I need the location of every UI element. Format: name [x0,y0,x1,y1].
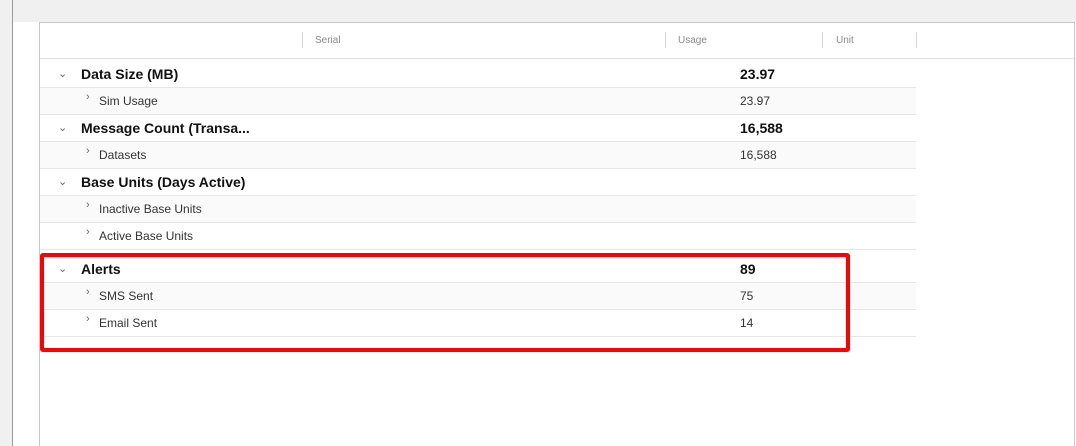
grid-header: Serial Usage Unit [40,23,1074,59]
child-label: Inactive Base Units [99,202,202,216]
group-usage: 89 [740,261,756,277]
child-row-sms-sent[interactable]: › SMS Sent 75 [40,283,916,310]
header-separator[interactable] [916,32,917,48]
child-usage: 14 [740,316,754,330]
report-panel: Serial Usage Unit ⌄ Data Size (MB) 23.97… [12,0,1076,446]
group-row-data-size[interactable]: ⌄ Data Size (MB) 23.97 [40,61,916,88]
group-label: Data Size (MB) [81,66,179,82]
chevron-down-icon[interactable]: ⌄ [58,262,67,275]
child-usage: 16,588 [740,148,777,162]
child-label: Email Sent [99,316,158,330]
chevron-down-icon[interactable]: ⌄ [58,175,67,188]
header-separator[interactable] [665,32,666,48]
child-usage: 75 [740,289,754,303]
usage-tree-grid: Serial Usage Unit ⌄ Data Size (MB) 23.97… [39,22,1075,446]
header-separator[interactable] [822,32,823,48]
chevron-right-icon[interactable]: › [86,286,90,298]
group-usage: 23.97 [740,66,776,82]
group-row-base-units[interactable]: ⌄ Base Units (Days Active) [40,169,916,196]
group-label: Alerts [81,261,121,277]
chevron-down-icon[interactable]: ⌄ [58,121,67,134]
child-label: Datasets [99,148,147,162]
child-usage: 23.97 [740,94,771,108]
chevron-right-icon[interactable]: › [86,313,90,325]
group-row-message-count[interactable]: ⌄ Message Count (Transa... 16,588 [40,115,916,142]
header-separator[interactable] [302,32,303,48]
child-label: Sim Usage [99,94,158,108]
child-row-datasets[interactable]: › Datasets 16,588 [40,142,916,169]
group-label: Base Units (Days Active) [81,174,246,190]
panel-top-band [13,0,1076,22]
group-row-alerts[interactable]: ⌄ Alerts 89 [40,256,916,283]
group-usage: 16,588 [740,120,783,136]
group-label: Message Count (Transa... [81,120,250,136]
column-header-unit[interactable]: Unit [836,35,854,46]
child-row-sim-usage[interactable]: › Sim Usage 23.97 [40,88,916,115]
column-header-serial[interactable]: Serial [315,35,341,46]
chevron-right-icon[interactable]: › [86,91,90,103]
chevron-right-icon[interactable]: › [86,145,90,157]
child-row-email-sent[interactable]: › Email Sent 14 [40,310,916,337]
child-row-inactive-base-units[interactable]: › Inactive Base Units [40,196,916,223]
column-header-usage[interactable]: Usage [678,35,707,46]
child-label: Active Base Units [99,229,194,243]
chevron-right-icon[interactable]: › [86,199,90,211]
child-label: SMS Sent [99,289,154,303]
chevron-down-icon[interactable]: ⌄ [58,67,67,80]
child-row-active-base-units[interactable]: › Active Base Units [40,223,916,250]
chevron-right-icon[interactable]: › [86,226,90,238]
